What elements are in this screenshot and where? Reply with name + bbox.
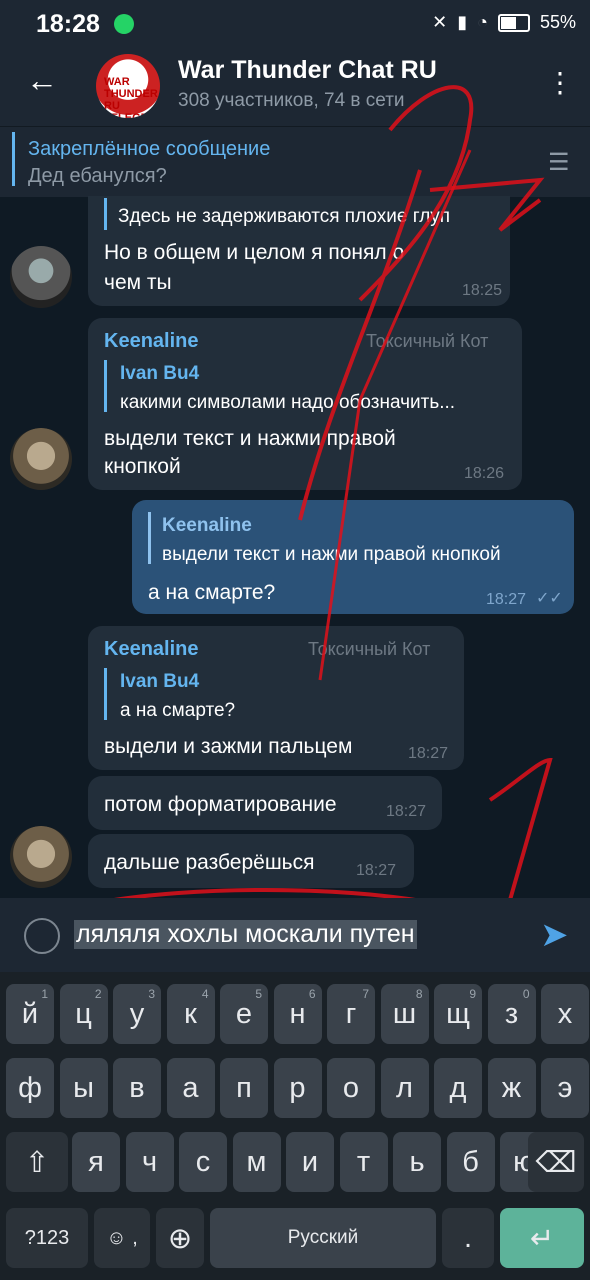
key-б[interactable]: б [446,1132,495,1192]
key-л[interactable]: л [380,1058,429,1118]
globe-icon[interactable]: ⊕ [156,1208,204,1268]
key-в[interactable]: в [113,1058,161,1118]
key-е[interactable]: е5 [220,984,268,1044]
enter-icon[interactable]: ↵ [500,1208,584,1268]
key-ш[interactable]: ш8 [380,984,429,1044]
space-key[interactable]: Русский [210,1208,436,1268]
key-з[interactable]: з0 [487,984,536,1044]
key-ж[interactable]: ж [487,1058,536,1118]
emoji-icon[interactable] [24,918,60,954]
backspace-icon[interactable]: ⌫ [528,1132,584,1192]
key-у[interactable]: у3 [113,984,161,1044]
send-icon[interactable]: ➤ [540,915,569,955]
key-ф[interactable]: ф [6,1058,54,1118]
symbols-key[interactable]: ?123 [6,1208,88,1268]
shift-icon[interactable]: ⇧ [6,1132,68,1192]
key-ы[interactable]: ы [59,1058,108,1118]
key-ч[interactable]: ч [125,1132,174,1192]
key-к[interactable]: к4 [166,984,215,1044]
key-т[interactable]: т [339,1132,388,1192]
key-dot[interactable]: . [442,1208,494,1268]
key-м[interactable]: м [232,1132,281,1192]
key-щ[interactable]: щ9 [434,984,482,1044]
key-ц[interactable]: ц2 [59,984,108,1044]
key-р[interactable]: р [273,1058,322,1118]
key-д[interactable]: д [434,1058,482,1118]
key-г[interactable]: г7 [327,984,375,1044]
key-х[interactable]: х [541,984,589,1044]
key-п[interactable]: п [220,1058,268,1118]
emoji-comma-key[interactable]: ☺ , [94,1208,150,1268]
key-о[interactable]: о [327,1058,375,1118]
key-с[interactable]: с [179,1132,227,1192]
key-й[interactable]: й1 [6,984,54,1044]
key-н[interactable]: н6 [273,984,322,1044]
key-ь[interactable]: ь [393,1132,441,1192]
key-я[interactable]: я [72,1132,120,1192]
key-э[interactable]: э [541,1058,589,1118]
key-а[interactable]: а [166,1058,215,1118]
key-и[interactable]: и [286,1132,334,1192]
message-input[interactable]: ляляля хохлы москали путен [74,920,417,949]
